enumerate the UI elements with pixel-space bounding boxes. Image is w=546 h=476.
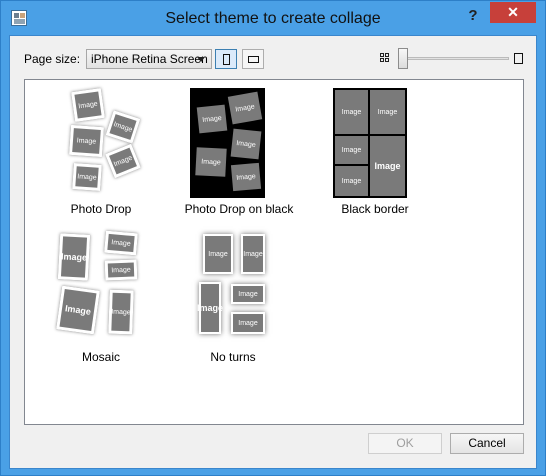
theme-label: No turns xyxy=(210,350,256,364)
theme-black-border[interactable]: Image Image Image Image Image Black bord… xyxy=(315,88,435,220)
image-placeholder: Image xyxy=(230,162,262,192)
theme-mosaic[interactable]: Image Image Image Image Image Mosaic xyxy=(41,228,161,368)
image-placeholder: Image xyxy=(203,234,233,274)
theme-label: Mosaic xyxy=(81,350,120,364)
theme-thumbnail: Image Image Image Image Image xyxy=(197,228,271,340)
image-placeholder: Image xyxy=(105,110,141,144)
image-placeholder: Image xyxy=(227,91,263,125)
theme-label: Photo Drop xyxy=(70,202,132,216)
image-placeholder: Image xyxy=(56,285,100,335)
title-bar[interactable]: Select theme to create collage ? ✕ xyxy=(1,1,545,35)
image-placeholder: Image xyxy=(230,128,262,160)
image-placeholder: Image xyxy=(72,163,102,191)
theme-photo-drop[interactable]: Image Image Image Image Image Photo Drop xyxy=(41,88,161,220)
close-button[interactable]: ✕ xyxy=(490,2,536,23)
image-placeholder: Image xyxy=(370,90,405,134)
ok-button[interactable]: OK xyxy=(368,433,442,454)
theme-label: Photo Drop on black xyxy=(184,202,294,216)
image-placeholder: Image xyxy=(241,234,265,274)
theme-thumbnail: Image Image Image Image Image xyxy=(333,88,407,198)
image-placeholder: Image xyxy=(231,312,265,334)
image-placeholder: Image xyxy=(71,88,105,122)
image-placeholder: Image xyxy=(104,230,138,256)
image-placeholder: Image xyxy=(68,124,105,158)
small-thumbnails-icon xyxy=(380,53,390,63)
image-placeholder: Image xyxy=(105,143,141,179)
theme-no-turns[interactable]: Image Image Image Image Image No turns xyxy=(173,228,293,368)
image-placeholder: Image xyxy=(231,284,265,304)
page-size-dropdown[interactable]: iPhone Retina Screen xyxy=(86,49,212,69)
dialog-window: Select theme to create collage ? ✕ Page … xyxy=(0,0,546,476)
thumbnail-size-slider[interactable] xyxy=(402,57,509,60)
portrait-icon xyxy=(223,54,230,65)
theme-label: Black border xyxy=(341,202,409,216)
theme-list[interactable]: Image Image Image Image Image Photo Drop… xyxy=(24,79,524,425)
theme-photo-drop-on-black[interactable]: Image Image Image Image Image Photo Drop… xyxy=(169,88,309,220)
portrait-orientation-button[interactable] xyxy=(215,49,237,69)
image-placeholder: Image xyxy=(195,147,227,177)
theme-thumbnail: Image Image Image Image Image xyxy=(53,88,143,198)
chevron-down-icon xyxy=(197,57,205,62)
slider-thumb[interactable] xyxy=(398,48,408,69)
image-placeholder: Image xyxy=(196,104,228,134)
cancel-button[interactable]: Cancel xyxy=(450,433,524,454)
large-thumbnails-icon xyxy=(514,53,523,64)
image-placeholder: Image xyxy=(57,233,91,281)
image-placeholder: Image xyxy=(197,282,223,334)
image-placeholder: Image xyxy=(335,166,368,196)
help-button[interactable]: ? xyxy=(463,7,483,27)
page-size-label: Page size: xyxy=(24,52,81,66)
landscape-icon xyxy=(248,56,259,63)
dialog-body: Page size: iPhone Retina Screen Image Im… xyxy=(9,35,537,469)
image-placeholder: Image xyxy=(104,259,138,281)
theme-thumbnail: Image Image Image Image Image xyxy=(190,88,265,198)
image-placeholder: Image xyxy=(335,90,368,134)
image-placeholder: Image xyxy=(370,136,405,196)
landscape-orientation-button[interactable] xyxy=(242,49,264,69)
theme-thumbnail: Image Image Image Image Image xyxy=(53,228,143,340)
page-size-value: iPhone Retina Screen xyxy=(91,52,208,66)
image-placeholder: Image xyxy=(335,136,368,164)
image-placeholder: Image xyxy=(108,289,134,335)
